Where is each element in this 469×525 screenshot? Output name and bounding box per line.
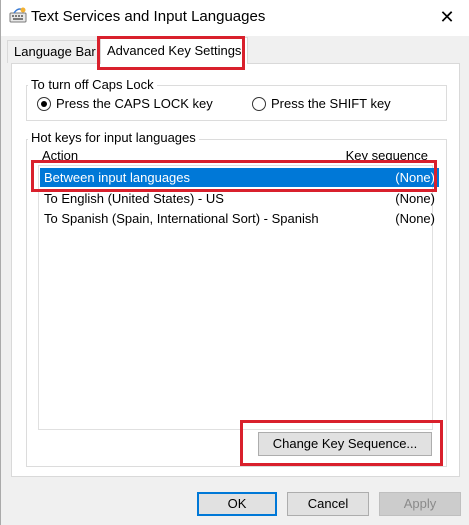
row-action: To Spanish (Spain, International Sort) -… xyxy=(44,211,319,226)
column-header-key-sequence: Key sequence xyxy=(345,148,428,163)
hotkeys-group-label: Hot keys for input languages xyxy=(28,130,199,145)
list-row-english[interactable]: To English (United States) - US (None) xyxy=(40,189,439,208)
change-key-sequence-button[interactable]: Change Key Sequence... xyxy=(258,432,432,456)
radio-shift-key[interactable]: Press the SHIFT key xyxy=(252,96,391,111)
hotkeys-list[interactable]: Between input languages (None) To Englis… xyxy=(38,165,439,430)
cancel-button[interactable]: Cancel xyxy=(287,492,369,516)
list-row-between-languages[interactable]: Between input languages (None) xyxy=(40,168,439,187)
window-title: Text Services and Input Languages xyxy=(31,8,266,25)
list-row-spanish[interactable]: To Spanish (Spain, International Sort) -… xyxy=(40,209,439,228)
keyboard-app-icon xyxy=(9,6,27,24)
radio-button-checked[interactable] xyxy=(37,96,51,111)
tab-strip: Language Bar Advanced Key Settings xyxy=(1,36,469,64)
ok-button[interactable]: OK xyxy=(197,492,277,516)
row-action: Between input languages xyxy=(44,170,191,185)
dialog-window: Text Services and Input Languages ✕ Lang… xyxy=(0,0,469,525)
close-icon[interactable]: ✕ xyxy=(430,2,464,32)
title-bar: Text Services and Input Languages ✕ xyxy=(1,0,469,36)
radio-caps-lock-label: Press the CAPS LOCK key xyxy=(56,96,213,111)
radio-button-unchecked[interactable] xyxy=(252,96,266,111)
tab-panel: To turn off Caps Lock Press the CAPS LOC… xyxy=(11,63,460,477)
column-header-action: Action xyxy=(42,148,79,163)
apply-button[interactable]: Apply xyxy=(379,492,461,516)
caps-lock-group-label: To turn off Caps Lock xyxy=(28,77,157,92)
tab-language-bar[interactable]: Language Bar xyxy=(7,40,103,63)
row-sequence: (None) xyxy=(395,191,435,206)
row-sequence: (None) xyxy=(395,211,435,226)
radio-shift-label: Press the SHIFT key xyxy=(271,96,391,111)
row-action: To English (United States) - US xyxy=(44,191,224,206)
tab-advanced-key-settings[interactable]: Advanced Key Settings xyxy=(100,37,249,64)
row-sequence: (None) xyxy=(395,170,435,185)
radio-caps-lock-key[interactable]: Press the CAPS LOCK key xyxy=(37,96,213,111)
